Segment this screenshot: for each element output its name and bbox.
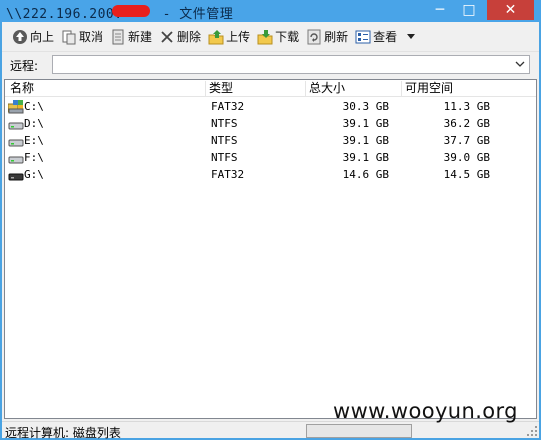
drive-type: FAT32 bbox=[211, 100, 245, 113]
minimize-icon: ─ bbox=[435, 2, 445, 18]
delete-label: 删除 bbox=[177, 30, 202, 44]
drive-total-size: 39.1 GB bbox=[342, 134, 389, 147]
status-bar: 远程计算机: 磁盘列表 bbox=[2, 421, 539, 440]
client-area: 向上 取消 新建 删除 上传 下载 刷新 查看 远程: 名称 类型 总大小 可用… bbox=[2, 22, 539, 440]
status-progress-panel bbox=[306, 424, 412, 438]
title-bar[interactable]: \\222.196.200. - 文件管理 ─ □ ✕ bbox=[0, 0, 541, 22]
view-label: 查看 bbox=[373, 30, 398, 44]
app-window: \\222.196.200. - 文件管理 ─ □ ✕ 向上 取消 新建 删除 … bbox=[0, 0, 541, 440]
close-icon: ✕ bbox=[504, 2, 517, 18]
title-caption: - 文件管理 bbox=[162, 7, 234, 22]
drive-name: D:\ bbox=[24, 117, 44, 130]
drive-type: NTFS bbox=[211, 134, 238, 147]
drive-free-space: 36.2 GB bbox=[443, 117, 490, 130]
up-arrow-icon bbox=[12, 29, 28, 45]
delete-button[interactable]: 删除 bbox=[159, 26, 201, 48]
download-label: 下载 bbox=[275, 30, 300, 44]
removable-drive-icon bbox=[8, 173, 24, 181]
download-button[interactable]: 下载 bbox=[257, 26, 299, 48]
table-row[interactable]: C:\ FAT32 30.3 GB 11.3 GB bbox=[5, 98, 536, 115]
column-header-name[interactable]: 名称 bbox=[7, 81, 206, 96]
table-row[interactable]: E:\ NTFS 39.1 GB 37.7 GB bbox=[5, 132, 536, 149]
table-row[interactable]: D:\ NTFS 39.1 GB 36.2 GB bbox=[5, 115, 536, 132]
resize-grip-icon[interactable] bbox=[526, 425, 538, 437]
dropdown-arrow-icon[interactable] bbox=[403, 29, 419, 45]
new-label: 新建 bbox=[128, 30, 153, 44]
drive-total-size: 14.6 GB bbox=[342, 168, 389, 181]
drive-name: E:\ bbox=[24, 134, 44, 147]
column-header-total-size[interactable]: 总大小 bbox=[306, 81, 402, 96]
redaction-mark bbox=[112, 5, 150, 17]
remote-label: 远程: bbox=[10, 58, 39, 73]
up-button[interactable]: 向上 bbox=[12, 26, 54, 48]
chevron-down-icon[interactable] bbox=[514, 58, 526, 71]
hard-drive-icon bbox=[8, 156, 24, 164]
upload-folder-icon bbox=[208, 29, 224, 45]
drive-name: G:\ bbox=[24, 168, 44, 181]
download-folder-icon bbox=[257, 29, 273, 45]
drive-name: F:\ bbox=[24, 151, 44, 164]
drive-type: NTFS bbox=[211, 151, 238, 164]
table-row[interactable]: G:\ FAT32 14.6 GB 14.5 GB bbox=[5, 166, 536, 183]
new-document-icon bbox=[110, 29, 126, 45]
drive-name: C:\ bbox=[24, 100, 44, 113]
view-grid-icon bbox=[355, 29, 371, 45]
status-text: 远程计算机: 磁盘列表 bbox=[5, 426, 121, 440]
hard-drive-icon bbox=[8, 139, 24, 147]
refresh-button[interactable]: 刷新 bbox=[306, 26, 348, 48]
refresh-icon bbox=[306, 29, 322, 45]
hard-drive-icon bbox=[8, 122, 24, 130]
close-button[interactable]: ✕ bbox=[487, 0, 534, 20]
list-header: 名称 类型 总大小 可用空间 bbox=[5, 80, 536, 97]
drive-free-space: 39.0 GB bbox=[443, 151, 490, 164]
drive-total-size: 39.1 GB bbox=[342, 151, 389, 164]
system-drive-icon bbox=[8, 100, 24, 114]
cancel-button[interactable]: 取消 bbox=[61, 26, 103, 48]
drive-total-size: 39.1 GB bbox=[342, 117, 389, 130]
maximize-button[interactable]: □ bbox=[456, 0, 482, 20]
title-host: \\222.196.200. bbox=[6, 7, 123, 22]
column-header-free-space[interactable]: 可用空间 bbox=[402, 81, 538, 96]
upload-button[interactable]: 上传 bbox=[208, 26, 250, 48]
drive-total-size: 30.3 GB bbox=[342, 100, 389, 113]
upload-label: 上传 bbox=[226, 30, 251, 44]
drive-free-space: 14.5 GB bbox=[443, 168, 490, 181]
view-button[interactable]: 查看 bbox=[355, 26, 421, 48]
delete-x-icon bbox=[159, 29, 175, 45]
document-cancel-icon bbox=[61, 29, 77, 45]
drive-list[interactable]: 名称 类型 总大小 可用空间 C:\ FAT32 30.3 GB 11.3 GB… bbox=[4, 79, 537, 419]
refresh-label: 刷新 bbox=[324, 30, 349, 44]
drive-type: FAT32 bbox=[211, 168, 245, 181]
remote-path-combobox[interactable] bbox=[52, 55, 530, 74]
maximize-icon: □ bbox=[462, 2, 476, 18]
remote-path-row: 远程: bbox=[2, 53, 539, 77]
minimize-button[interactable]: ─ bbox=[426, 0, 454, 20]
drive-free-space: 11.3 GB bbox=[443, 100, 490, 113]
drive-free-space: 37.7 GB bbox=[443, 134, 490, 147]
column-header-type[interactable]: 类型 bbox=[206, 81, 306, 96]
drive-type: NTFS bbox=[211, 117, 238, 130]
watermark: www.wooyun.org bbox=[333, 399, 518, 423]
cancel-label: 取消 bbox=[79, 30, 104, 44]
up-label: 向上 bbox=[30, 30, 55, 44]
new-button[interactable]: 新建 bbox=[110, 26, 152, 48]
toolbar: 向上 取消 新建 删除 上传 下载 刷新 查看 bbox=[2, 22, 539, 52]
table-row[interactable]: F:\ NTFS 39.1 GB 39.0 GB bbox=[5, 149, 536, 166]
